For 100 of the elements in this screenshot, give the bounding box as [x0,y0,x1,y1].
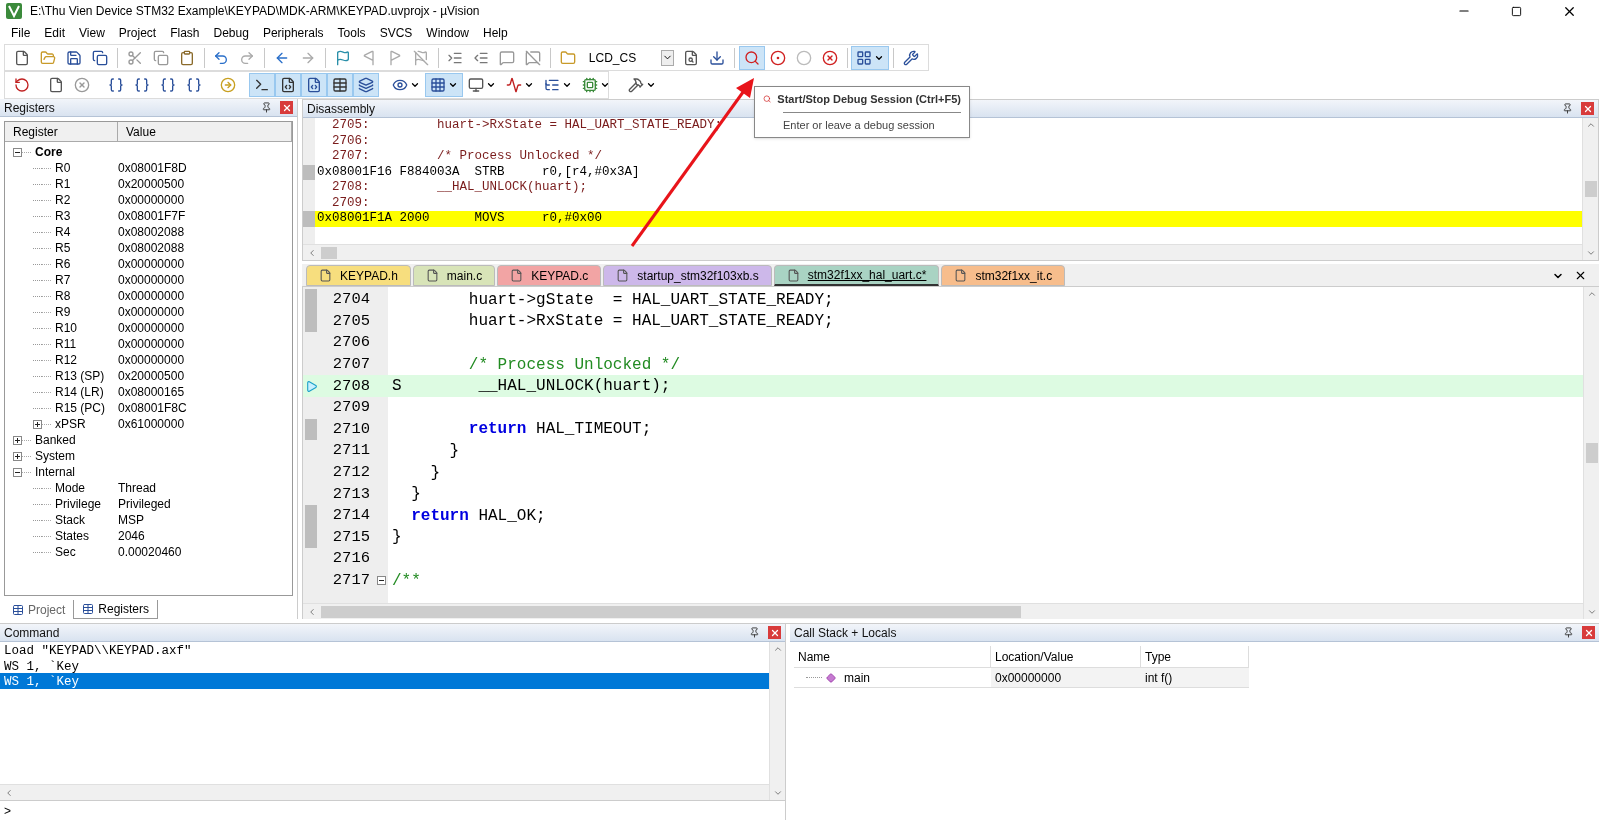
source-line: 2705: huart->RxState = HAL_UART_STATE_READY; [331,118,723,135]
assembly-line: 0x08001F16 F884003A STRB r0,[r4,#0x3A] [316,163,640,181]
line-number: 2709 [332,397,370,419]
register-name: R5 [55,240,71,257]
register-value: Thread [118,480,157,497]
register-name: Stack [55,512,85,529]
register-value: 0x61000000 [118,416,185,433]
line-number: 2715 [332,526,370,548]
menu-item[interactable]: SVCS [372,24,420,42]
code-line: } [429,462,440,484]
code-line: } [391,527,402,549]
panel-title: Command [4,624,60,642]
register-value: 0x00000000 [118,288,185,305]
register-value: 0x08001F7F [118,208,186,225]
register-value: 0x00000000 [118,320,185,337]
line-number: 2716 [332,548,370,570]
register-name: R15 (PC) [55,400,105,417]
tooltip-description: Enter or leave a debug session [783,117,936,133]
command-output-line: WS 1, `Key [3,658,80,673]
line-number: 2705 [332,310,370,332]
target-name[interactable]: LCD_CS [580,48,662,67]
register-name: R0 [55,160,71,177]
code-line: S __HAL_UNLOCK(huart); [391,376,671,398]
register-name: R13 (SP) [55,368,105,385]
line-number: 2714 [332,505,370,527]
register-value: 0x08002088 [118,240,185,257]
register-value: MSP [118,512,144,529]
menu-item[interactable]: View [72,24,112,42]
file-tab[interactable]: KEYPAD.c [497,265,602,286]
panel-tab[interactable]: Project [4,600,74,619]
code-line: huart->gState = HAL_UART_STATE_READY; [467,289,834,311]
register-name: R11 [55,336,77,353]
line-number: 2707 [332,353,370,375]
line-number: 2713 [332,483,370,505]
register-name: Sec [55,544,76,561]
panel-title: Registers [4,99,55,117]
column-header[interactable]: Register [5,122,118,141]
code-line: huart->RxState = HAL_UART_STATE_READY; [467,311,834,333]
register-name: R8 [55,288,71,305]
register-value: 0x20000500 [118,176,185,193]
menu-item[interactable]: Project [111,24,164,42]
line-number: 2704 [332,289,370,311]
source-line: 2709: [331,194,370,212]
menu-item[interactable]: Flash [163,24,207,42]
line-number: 2708 [332,375,370,397]
register-value: 2046 [118,528,145,545]
register-name: Mode [55,480,86,497]
register-name: Internal [35,464,76,481]
register-value: 0.00020460 [118,544,182,561]
register-name: States [55,528,90,545]
line-number: 2712 [332,461,370,483]
panel-title: Call Stack + Locals [794,624,897,642]
column-header[interactable]: Type [1141,646,1249,667]
file-tab[interactable]: startup_stm32f103xb.s [603,265,772,286]
column-header[interactable]: Value [118,122,292,141]
register-name: R9 [55,304,71,321]
code-line: return HAL_TIMEOUT; [467,419,652,441]
menu-item[interactable]: Edit [37,24,73,42]
menu-item[interactable]: Help [476,24,515,42]
column-header[interactable]: Location/Value [991,646,1141,667]
register-name: R10 [55,320,77,337]
code-line: return HAL_OK; [410,505,546,527]
register-value: 0x08001F8C [118,400,187,417]
window-title: E:\Thu Vien Device STM32 Example\KEYPAD\MDK-ARM\KEYPAD.uvprojx - µVision [30,3,481,20]
register-name: R1 [55,176,71,193]
register-name: R4 [55,224,71,241]
register-value: Privileged [118,496,171,513]
panel-tab[interactable]: Registers [73,600,159,619]
register-value: 0x00000000 [118,256,185,273]
file-tab[interactable]: main.c [412,265,496,286]
register-name: Banked [35,432,76,449]
menu-item[interactable]: Debug [206,24,256,42]
line-number: 2711 [332,440,370,462]
register-value: 0x00000000 [118,304,185,321]
column-header[interactable]: Name [794,646,991,667]
register-name: Privilege [55,496,102,513]
menu-item[interactable]: Peripherals [255,24,331,42]
register-value: 0x08002088 [118,224,185,241]
register-name: R6 [55,256,71,273]
register-name: R14 (LR) [55,384,104,401]
menu-item[interactable]: File [4,24,38,42]
table-cell: 0x00000000 [991,668,1141,687]
menu-item[interactable]: Window [419,24,476,42]
file-tab[interactable]: KEYPAD.h [306,265,411,286]
command-input[interactable]: > [0,800,785,820]
code-line: /** [391,570,421,592]
menu-item[interactable]: Tools [330,24,373,42]
register-name: R7 [55,272,71,289]
line-number: 2717 [332,569,370,591]
register-name: Core [35,144,63,161]
file-tab[interactable]: stm32f1xx_it.c [941,265,1066,286]
register-name: R12 [55,352,77,369]
file-tab[interactable]: stm32f1xx_hal_uart.c* [773,265,940,286]
tooltip-title: Start/Stop Debug Session (Ctrl+F5) [777,92,961,107]
register-value: 0x00000000 [118,192,185,209]
register-value: 0x08000165 [118,384,185,401]
panel-title: Disassembly [307,100,375,118]
register-name: System [35,448,75,465]
table-cell-text: main [844,669,870,687]
code-line: /* Process Unlocked */ [467,354,681,376]
